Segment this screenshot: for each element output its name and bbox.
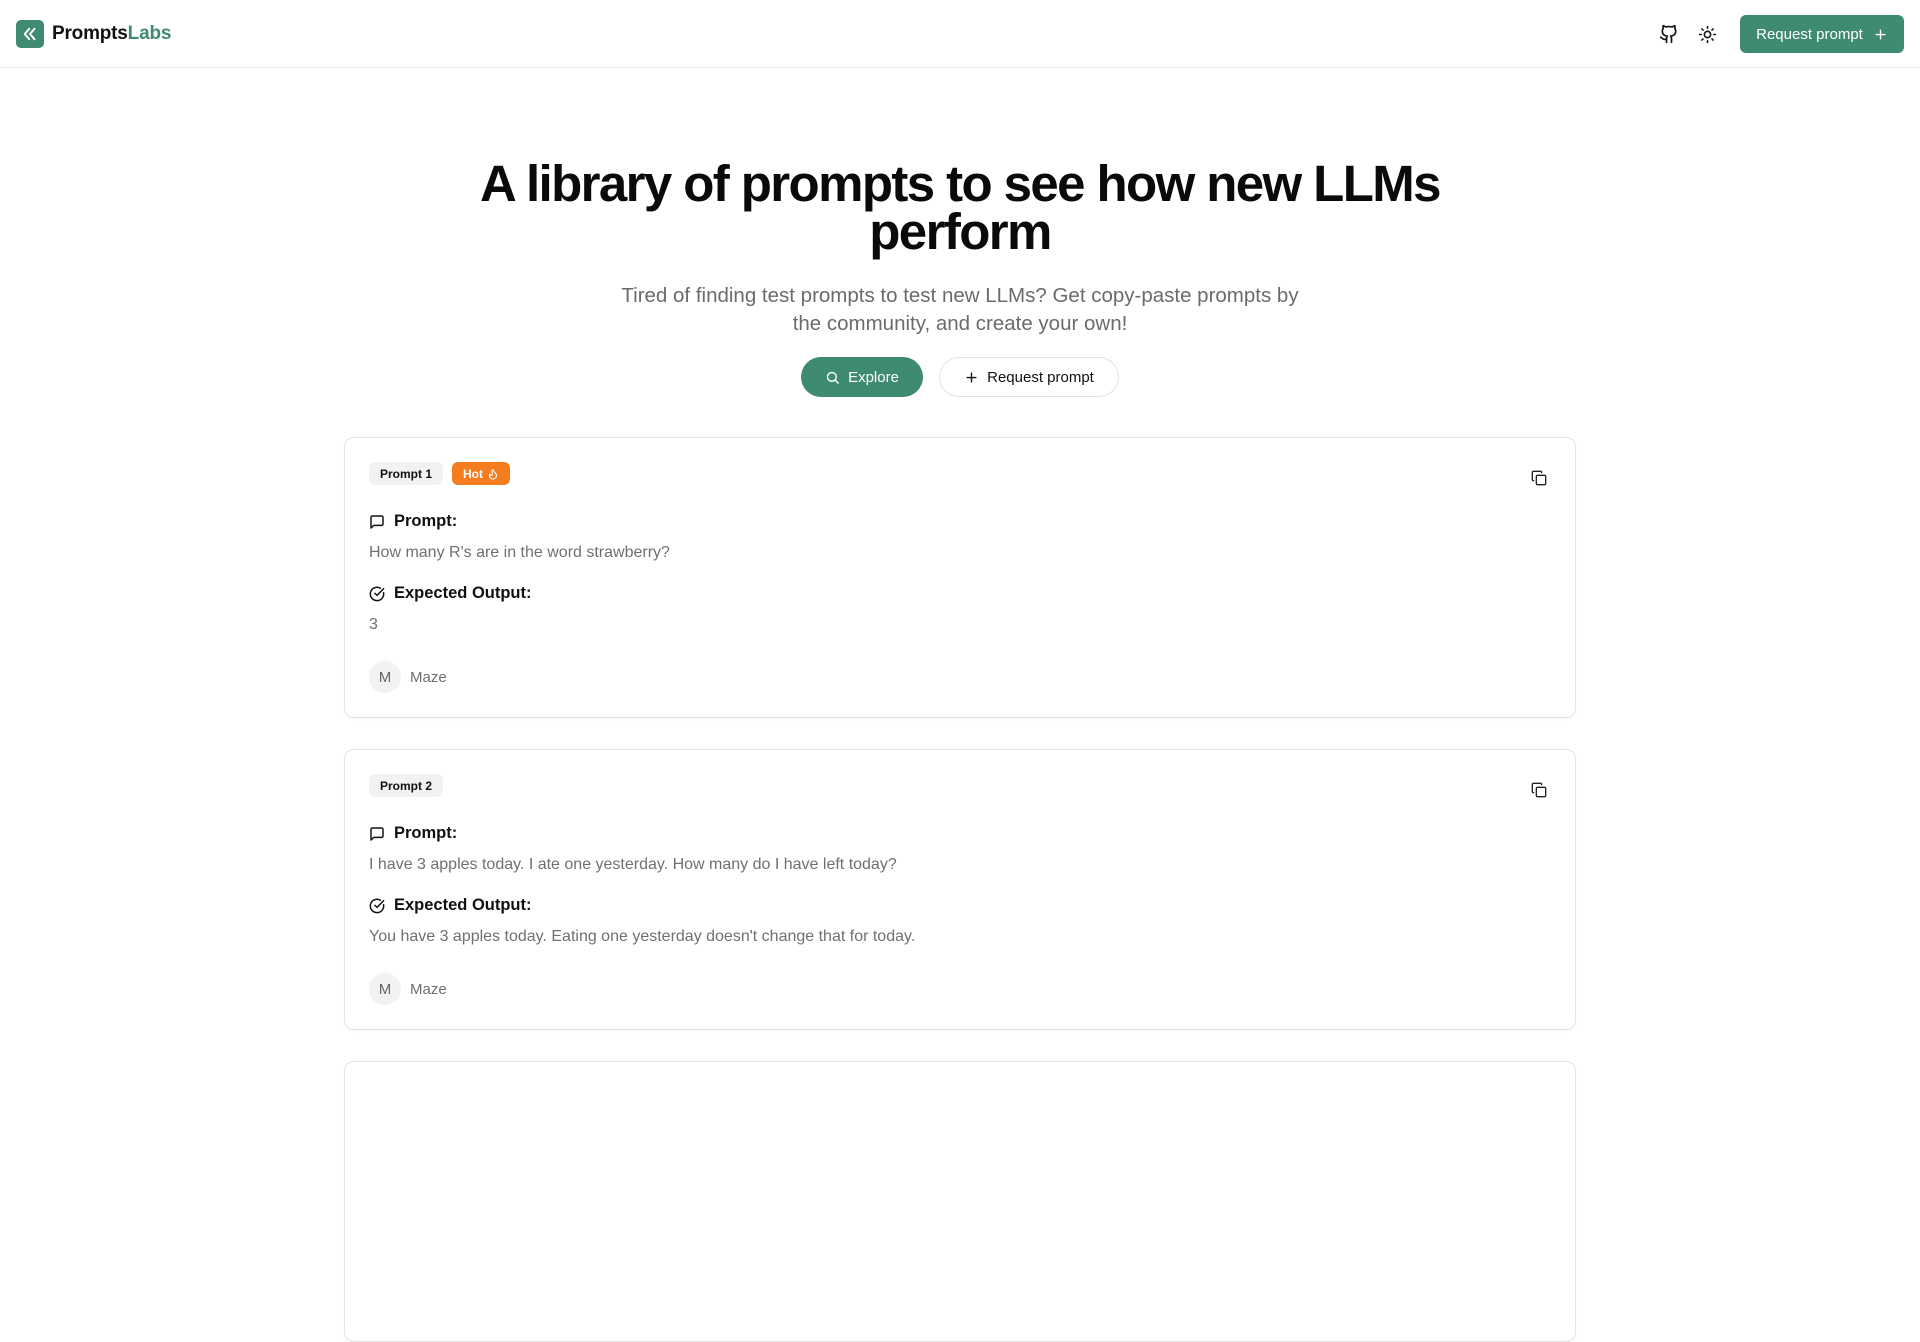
github-icon: [1659, 24, 1677, 44]
copy-icon: [1531, 470, 1547, 486]
search-icon: [826, 371, 839, 384]
check-circle-icon: [369, 898, 385, 913]
explore-button[interactable]: Explore: [801, 357, 923, 397]
request-prompt-button-header[interactable]: Request prompt: [1740, 15, 1904, 53]
request-prompt-label: Request prompt: [1756, 25, 1863, 43]
prompt-label: Prompt:: [369, 824, 457, 843]
prompt-card: Prompt 1 Hot Prompt: How many R's are in…: [344, 437, 1576, 718]
copy-button[interactable]: [1527, 778, 1551, 802]
top-navbar: PromptsLabs Request prompt: [0, 0, 1920, 68]
plus-icon: [1875, 28, 1886, 40]
expected-output-text: 3: [369, 616, 378, 633]
prompt-label-text: Prompt:: [394, 824, 458, 842]
prompt-text: I have 3 apples today. I ate one yesterd…: [369, 856, 897, 873]
check-circle-icon: [369, 586, 385, 601]
brand-name: PromptsLabs: [52, 23, 171, 45]
request-prompt-button[interactable]: Request prompt: [939, 357, 1119, 397]
card-badges: Prompt 2: [369, 774, 444, 797]
author: M Maze: [369, 661, 447, 693]
author-name: Maze: [410, 668, 447, 686]
expected-output-label-text: Expected Output:: [394, 896, 532, 914]
logo-icon: [16, 20, 44, 48]
message-square-icon: [370, 826, 384, 841]
copy-icon: [1531, 782, 1547, 798]
avatar: M: [369, 973, 401, 1005]
github-button[interactable]: [1655, 20, 1683, 48]
author-name: Maze: [410, 980, 447, 998]
prompt-number-badge: Prompt 2: [369, 774, 444, 797]
hero-actions: Explore Request prompt: [0, 357, 1920, 397]
hot-badge: Hot: [452, 462, 511, 485]
prompt-text: How many R's are in the word strawberry?: [369, 544, 670, 561]
author: M Maze: [369, 973, 447, 1005]
message-square-icon: [370, 514, 384, 529]
copy-button[interactable]: [1527, 466, 1551, 490]
expected-output-text: You have 3 apples today. Eating one yest…: [369, 928, 916, 945]
brand-accent: Labs: [127, 23, 172, 44]
prompt-card: [344, 1061, 1576, 1342]
hero-title: A library of prompts to see how new LLMs…: [480, 155, 1441, 260]
brand-primary: Prompts: [52, 23, 128, 44]
card-badges: Prompt 1 Hot: [369, 462, 511, 485]
flame-icon: [488, 468, 498, 480]
expected-output-label: Expected Output:: [369, 896, 532, 915]
expected-output-label-text: Expected Output:: [394, 584, 532, 602]
brand-logo[interactable]: PromptsLabs: [16, 19, 171, 49]
prompt-label-text: Prompt:: [394, 512, 458, 530]
hot-badge-label: Hot: [463, 466, 484, 481]
prompt-number-badge: Prompt 1: [369, 462, 444, 485]
hero-subtitle: Tired of finding test prompts to test ne…: [621, 284, 1299, 335]
theme-toggle-button[interactable]: [1693, 20, 1721, 48]
request-prompt-label: Request prompt: [987, 368, 1094, 386]
prompt-label: Prompt:: [369, 512, 457, 531]
sun-icon: [1698, 25, 1716, 43]
explore-label: Explore: [848, 368, 899, 386]
prompt-card: Prompt 2 Prompt: I have 3 apples today. …: [344, 749, 1576, 1030]
expected-output-label: Expected Output:: [369, 584, 532, 603]
avatar: M: [369, 661, 401, 693]
plus-icon: [966, 371, 977, 383]
